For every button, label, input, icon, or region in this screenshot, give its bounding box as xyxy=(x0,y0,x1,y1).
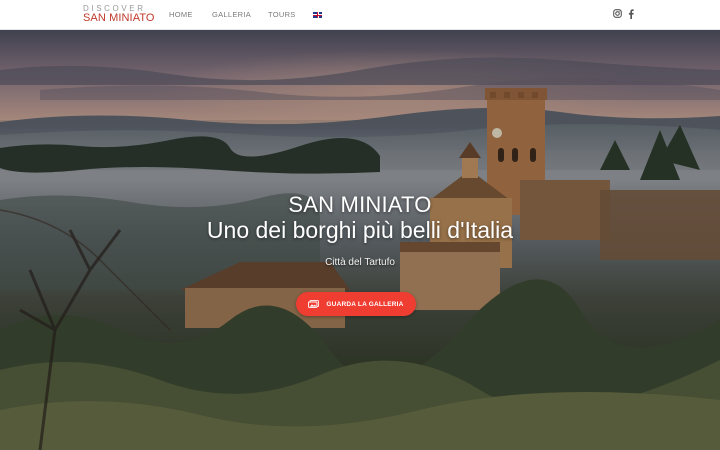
nav-item-tours[interactable]: TOURS xyxy=(268,10,296,19)
gallery-button[interactable]: GUARDA LA GALLERIA xyxy=(296,292,416,316)
nav-item-home[interactable]: HOME xyxy=(169,10,193,19)
hero-section: SAN MINIATO Uno dei borghi più belli d'I… xyxy=(0,30,720,450)
logo-bottom-text: SAN MINIATO xyxy=(83,12,155,24)
facebook-icon[interactable] xyxy=(628,9,638,19)
site-header: DISCOVER SAN MINIATO HOME GALLERIA TOURS xyxy=(0,0,720,30)
hero-content: SAN MINIATO Uno dei borghi più belli d'I… xyxy=(0,30,720,450)
hero-subtitle: Città del Tartufo xyxy=(325,257,395,268)
gallery-icon xyxy=(308,300,320,308)
uk-flag-icon[interactable] xyxy=(313,12,322,18)
instagram-icon[interactable] xyxy=(613,9,623,19)
hero-tagline: Uno dei borghi più belli d'Italia xyxy=(206,217,514,243)
nav-item-galleria[interactable]: GALLERIA xyxy=(212,10,251,19)
site-logo[interactable]: DISCOVER SAN MINIATO xyxy=(83,5,155,24)
hero-title: SAN MINIATO xyxy=(288,192,432,217)
gallery-button-label: GUARDA LA GALLERIA xyxy=(326,300,404,308)
